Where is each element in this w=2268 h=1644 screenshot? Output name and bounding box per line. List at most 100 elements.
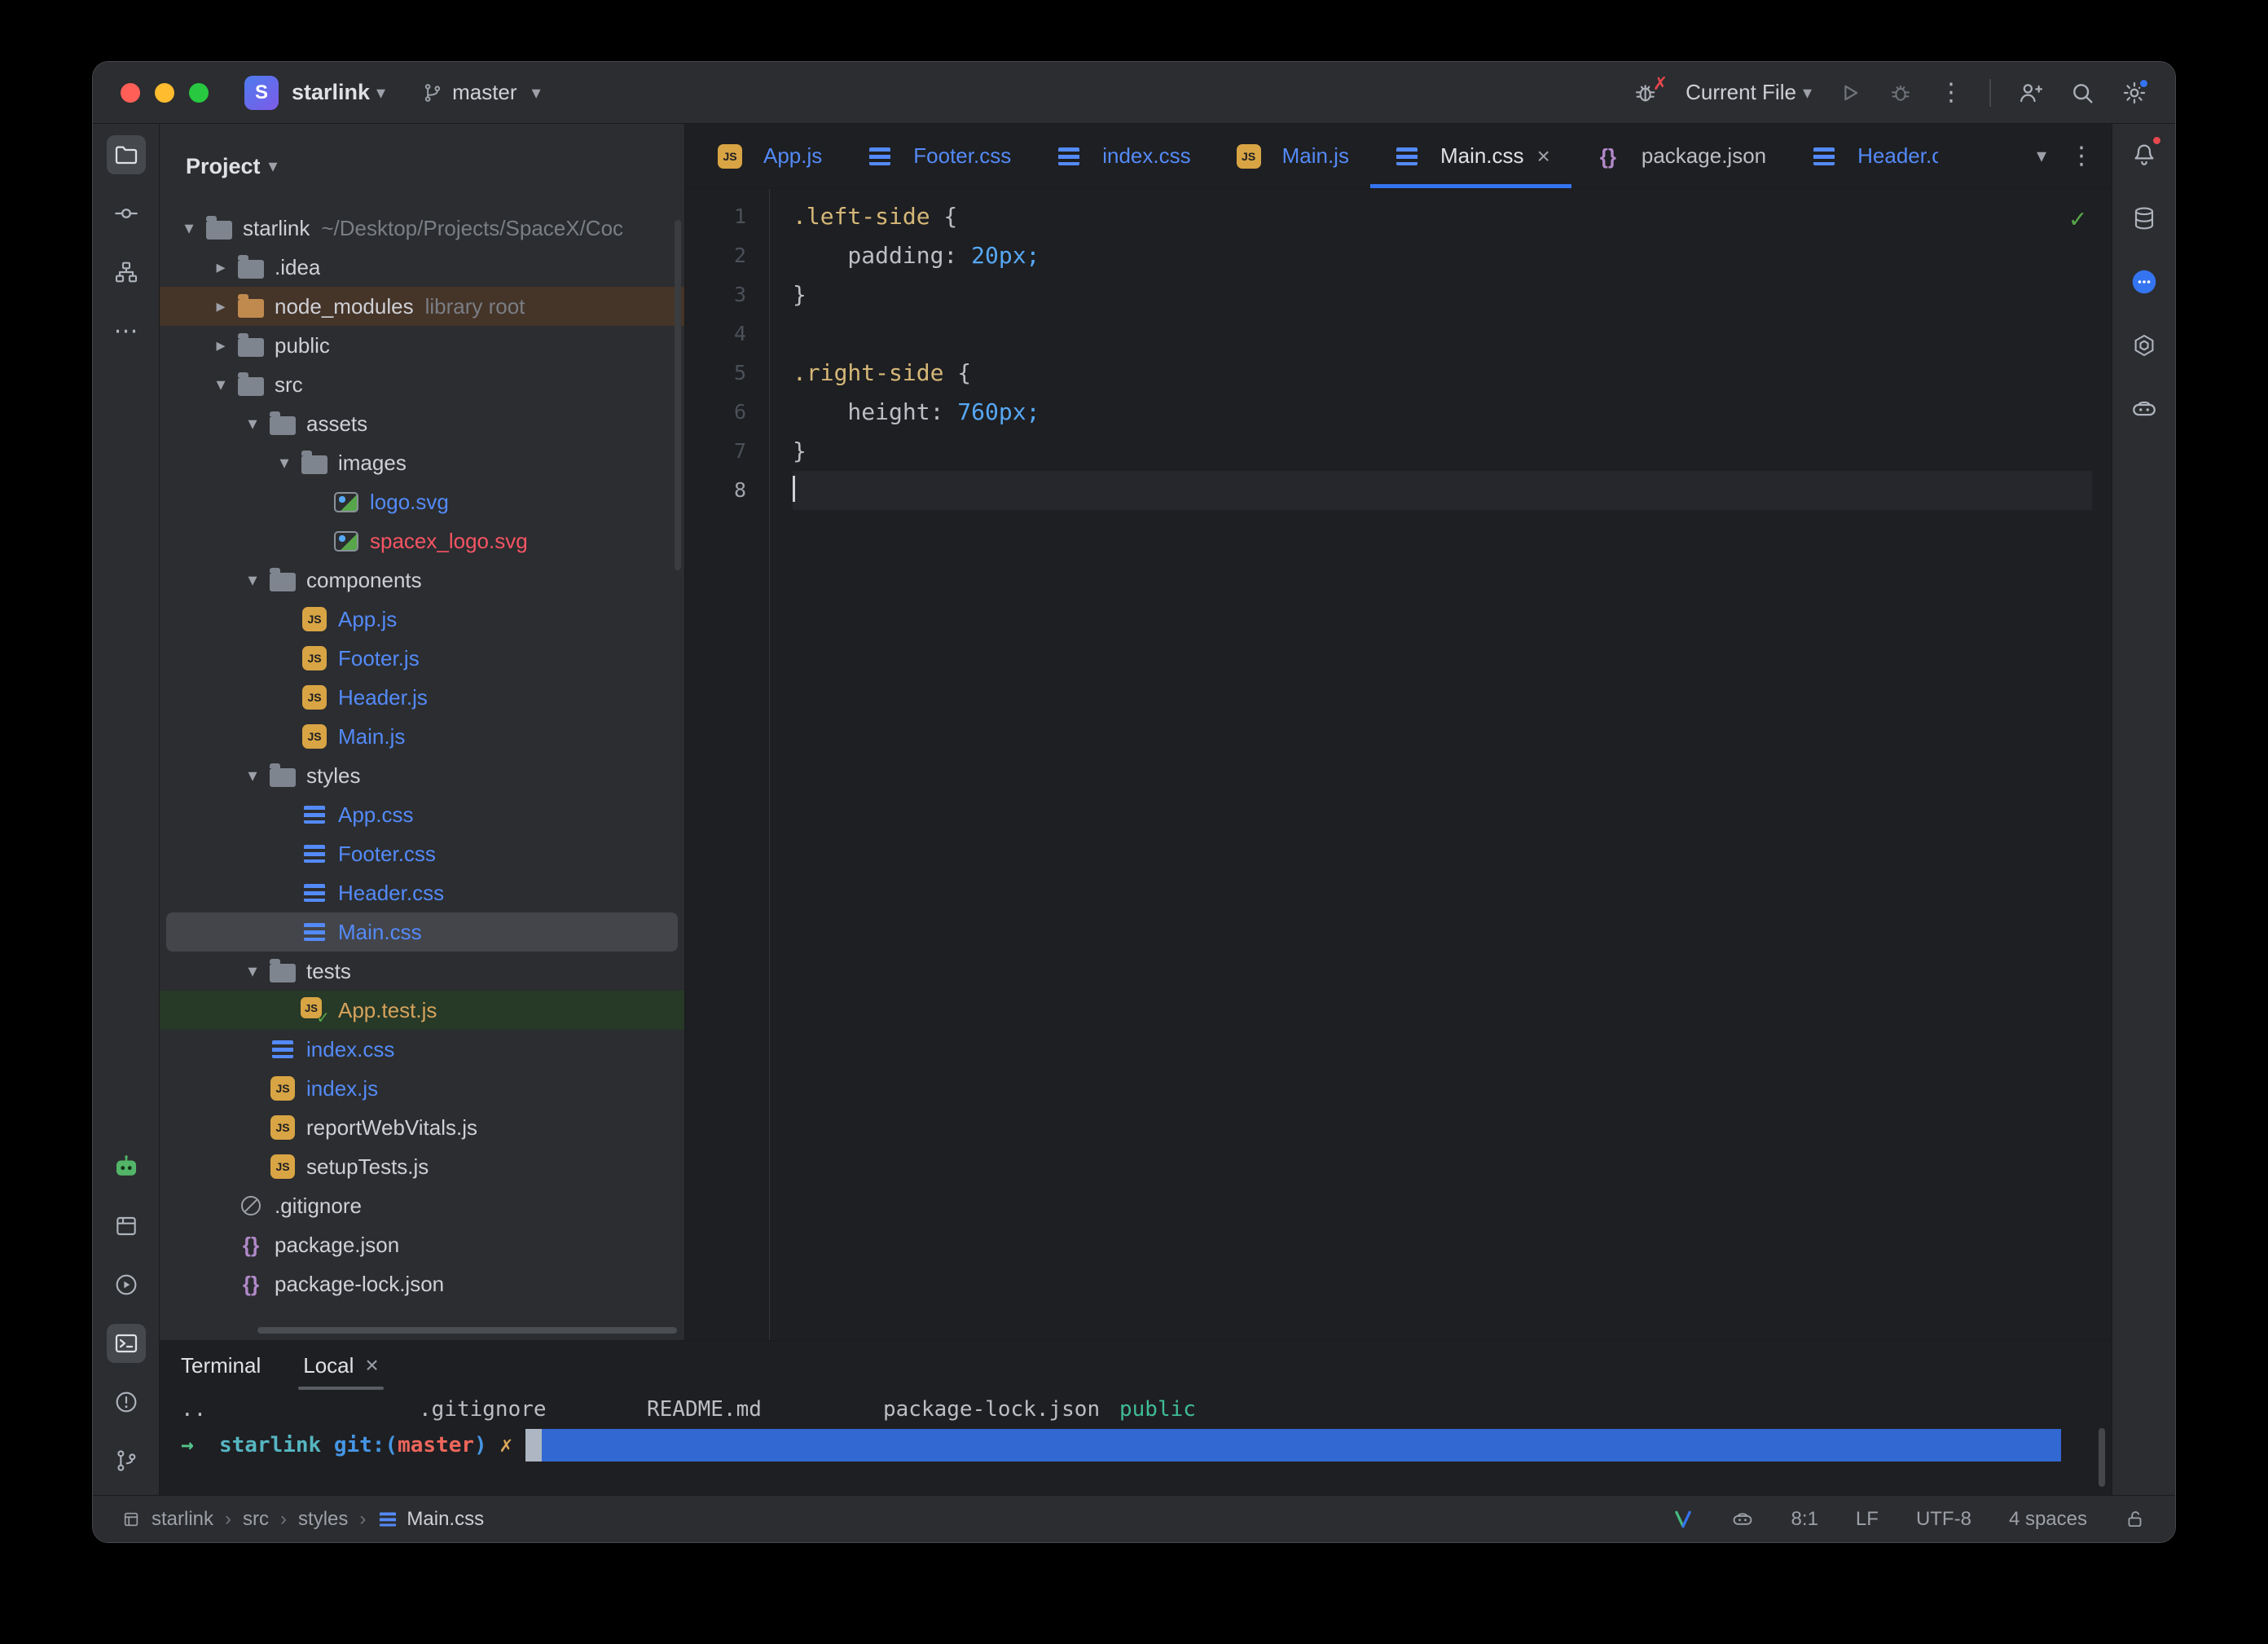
structure-tool-icon[interactable] — [107, 253, 146, 292]
ai-assistant-icon[interactable] — [107, 1148, 146, 1187]
tree-item-app-js[interactable]: App.js — [160, 600, 684, 639]
project-icon[interactable]: S — [244, 75, 279, 110]
chevron-down-icon[interactable] — [376, 82, 385, 103]
tree-item-app-test-js[interactable]: App.test.js — [160, 991, 684, 1030]
tree-item-tests[interactable]: tests — [160, 952, 684, 991]
chatgpt-tool-icon[interactable] — [2125, 326, 2164, 365]
tree-horizontal-scrollbar[interactable] — [257, 1327, 677, 1334]
line-number[interactable]: 2 — [685, 236, 769, 275]
breadcrumb-main-css[interactable]: Main.css — [377, 1508, 484, 1531]
terminal-session-tab[interactable]: Local — [298, 1341, 384, 1390]
tree-item-footer-css[interactable]: Footer.css — [160, 834, 684, 873]
build-tool-icon[interactable] — [107, 1207, 146, 1246]
editor[interactable]: 1 2 3 4 5 6 7 8 .left-side { padding: 20px… — [685, 189, 2112, 1340]
close-icon[interactable] — [1537, 143, 1550, 169]
breadcrumb-styles[interactable]: styles — [298, 1508, 348, 1531]
minimize-window-button[interactable] — [155, 82, 174, 103]
tab-index-css[interactable]: index.css — [1032, 124, 1211, 188]
line-number[interactable]: 1 — [685, 197, 769, 236]
tree-item-gitignore[interactable]: .gitignore — [160, 1186, 684, 1225]
close-icon[interactable] — [365, 1352, 378, 1378]
problems-tool-icon[interactable] — [107, 1382, 146, 1422]
chevron-down-icon[interactable] — [174, 218, 204, 239]
tree-item-logo-svg[interactable]: logo.svg — [160, 482, 684, 521]
tab-app-js[interactable]: App.js — [693, 124, 843, 188]
line-separator-widget[interactable]: LF — [1856, 1508, 1879, 1531]
debug-button[interactable] — [1888, 81, 1913, 105]
zoom-window-button[interactable] — [189, 82, 209, 103]
tab-main-js[interactable]: Main.js — [1212, 124, 1370, 188]
chevron-down-icon[interactable] — [238, 569, 267, 591]
line-number[interactable]: 4 — [685, 314, 769, 354]
line-number[interactable]: 7 — [685, 432, 769, 471]
breadcrumb-src[interactable]: src — [243, 1508, 269, 1531]
tree-item-src[interactable]: src — [160, 365, 684, 404]
database-tool-icon[interactable] — [2125, 199, 2164, 238]
tree-item-main-css[interactable]: Main.css — [166, 912, 678, 952]
hidden-tabs-chevron-icon[interactable] — [2037, 144, 2046, 168]
tree-item-public[interactable]: public — [160, 326, 684, 365]
readonly-lock-icon[interactable] — [2125, 1509, 2146, 1530]
chevron-down-icon[interactable] — [238, 765, 267, 786]
tab-main-css[interactable]: Main.css — [1369, 124, 1571, 188]
tree-item-assets[interactable]: assets — [160, 404, 684, 443]
terminal-scrollbar[interactable] — [2099, 1428, 2105, 1487]
settings-gear-icon[interactable] — [2121, 77, 2149, 106]
tree-item-header-js[interactable]: Header.js — [160, 678, 684, 717]
tree-item-idea[interactable]: .idea — [160, 248, 684, 287]
copilot-status-icon[interactable] — [1731, 1508, 1754, 1531]
chevron-right-icon[interactable] — [206, 296, 235, 317]
tree-item-main-js[interactable]: Main.js — [160, 717, 684, 756]
terminal-panel-tab[interactable]: Terminal — [181, 1341, 261, 1390]
editor-gutter[interactable]: 1 2 3 4 5 6 7 8 — [685, 189, 770, 1340]
tree-item-styles[interactable]: styles — [160, 756, 684, 795]
chevron-down-icon[interactable] — [270, 452, 299, 473]
tree-item-index-js[interactable]: index.js — [160, 1069, 684, 1108]
tab-header-css[interactable]: Header.cs — [1787, 124, 1938, 188]
close-window-button[interactable] — [121, 82, 140, 103]
line-number[interactable]: 3 — [685, 275, 769, 314]
ideavim-icon[interactable] — [1672, 1509, 1694, 1530]
chevron-right-icon[interactable] — [206, 257, 235, 278]
chevron-down-icon[interactable] — [206, 374, 235, 395]
code-area[interactable]: .left-side { padding: 20px; } .right-side {… — [770, 189, 2112, 1340]
caret-position-widget[interactable]: 8:1 — [1791, 1508, 1818, 1531]
ai-chat-tool-icon[interactable] — [2125, 262, 2164, 301]
chevron-down-icon[interactable] — [238, 413, 267, 434]
breadcrumb-project[interactable]: starlink — [152, 1508, 213, 1531]
tree-item-report-web-vitals-js[interactable]: reportWebVitals.js — [160, 1108, 684, 1147]
tree-item-package-lock-json[interactable]: package-lock.json — [160, 1264, 684, 1303]
tree-item-index-css[interactable]: index.css — [160, 1030, 684, 1069]
tree-item-starlink[interactable]: starlink ~/Desktop/Projects/SpaceX/Coc — [160, 209, 684, 248]
code-with-me-icon[interactable] — [2017, 80, 2043, 106]
terminal-output[interactable]: .. .gitignore README.md package-lock.jso… — [160, 1390, 2112, 1495]
tree-item-app-css[interactable]: App.css — [160, 795, 684, 834]
chevron-down-icon[interactable] — [238, 960, 267, 982]
tab-package-json[interactable]: package.json — [1571, 124, 1787, 188]
project-panel-header[interactable]: Project — [160, 124, 684, 209]
git-branch-widget[interactable]: master — [421, 80, 541, 105]
more-actions-icon[interactable] — [1939, 78, 1963, 107]
encoding-widget[interactable]: UTF-8 — [1916, 1508, 1971, 1531]
commit-tool-icon[interactable] — [107, 194, 146, 233]
notifications-bell-icon[interactable] — [2125, 135, 2164, 174]
tree-item-node-modules[interactable]: node_modules library root — [160, 287, 684, 326]
run-configuration-selector[interactable]: Current File — [1686, 80, 1812, 105]
terminal-tool-icon[interactable] — [106, 1324, 146, 1363]
tree-item-setup-tests-js[interactable]: setupTests.js — [160, 1147, 684, 1186]
tree-item-footer-js[interactable]: Footer.js — [160, 639, 684, 678]
tree-item-spacex-logo-svg[interactable]: spacex_logo.svg — [160, 521, 684, 560]
tab-footer-css[interactable]: Footer.css — [843, 124, 1032, 188]
run-button[interactable] — [1838, 81, 1862, 105]
tree-item-package-json[interactable]: package.json — [160, 1225, 684, 1264]
search-everywhere-icon[interactable] — [2069, 80, 2095, 106]
chevron-right-icon[interactable] — [206, 335, 235, 356]
debugger-bug-icon[interactable]: ✗ — [1633, 73, 1668, 106]
services-tool-icon[interactable] — [107, 1265, 146, 1304]
line-number[interactable]: 5 — [685, 354, 769, 393]
more-tool-windows-icon[interactable] — [107, 311, 146, 350]
version-control-tool-icon[interactable] — [107, 1441, 146, 1480]
tab-options-icon[interactable] — [2069, 142, 2094, 170]
line-number-current[interactable]: 8 — [685, 471, 769, 510]
tree-item-images[interactable]: images — [160, 443, 684, 482]
